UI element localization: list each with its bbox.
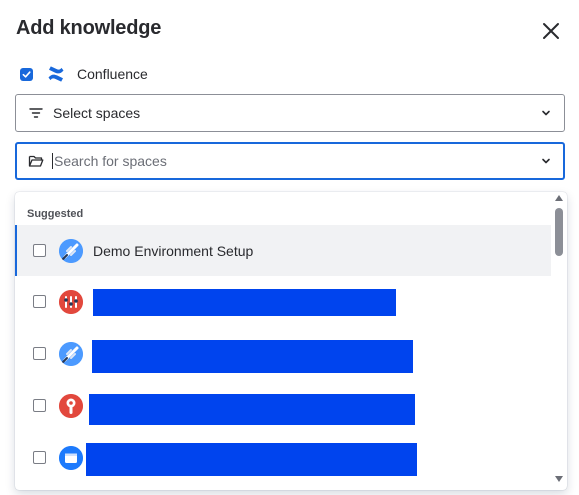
redacted-label [92,340,413,373]
scroll-up-arrow-icon[interactable] [555,195,563,201]
search-input[interactable] [52,153,540,169]
folder-icon [28,153,44,169]
space-option[interactable] [15,380,551,431]
rocket-avatar-icon [59,341,83,366]
dropdown-scrollbar[interactable] [552,192,566,490]
source-checkbox[interactable] [20,67,33,81]
option-checkbox[interactable] [33,451,46,464]
scroll-thumb[interactable] [555,208,563,256]
option-checkbox[interactable] [33,399,46,412]
option-checkbox[interactable] [33,295,46,308]
dialog-title: Add knowledge [16,17,162,39]
chevron-down-icon [540,155,552,167]
option-label: Demo Environment Setup [93,242,254,259]
redacted-label [86,443,417,476]
space-option[interactable]: Demo Environment Setup [15,225,551,276]
source-label: Confluence [77,66,148,82]
rocket-avatar-icon [59,238,83,263]
chevron-down-icon [540,107,552,119]
confluence-logo-icon [47,65,65,83]
group-label: Suggested [27,208,84,220]
option-checkbox[interactable] [33,347,46,360]
select-spaces-label: Select spaces [53,105,141,121]
scroll-down-arrow-icon[interactable] [555,476,563,482]
space-option[interactable] [15,432,551,483]
filter-lines-icon [28,105,44,121]
search-spaces-field[interactable] [15,142,565,180]
wrench-avatar-icon [59,393,83,418]
space-option[interactable] [15,328,551,379]
close-button[interactable] [537,17,565,45]
select-spaces-dropdown[interactable]: Select spaces [15,94,565,132]
spaces-dropdown-menu: Suggested Demo Environment Setup [15,192,567,490]
window-avatar-icon [59,445,83,470]
space-option[interactable] [15,276,551,327]
checkmark-icon [22,70,31,78]
close-icon [543,23,559,39]
redacted-label [89,394,415,425]
source-row: Confluence [20,64,148,84]
redacted-label [93,289,396,316]
option-checkbox[interactable] [33,244,46,257]
tools-avatar-icon [59,289,83,314]
